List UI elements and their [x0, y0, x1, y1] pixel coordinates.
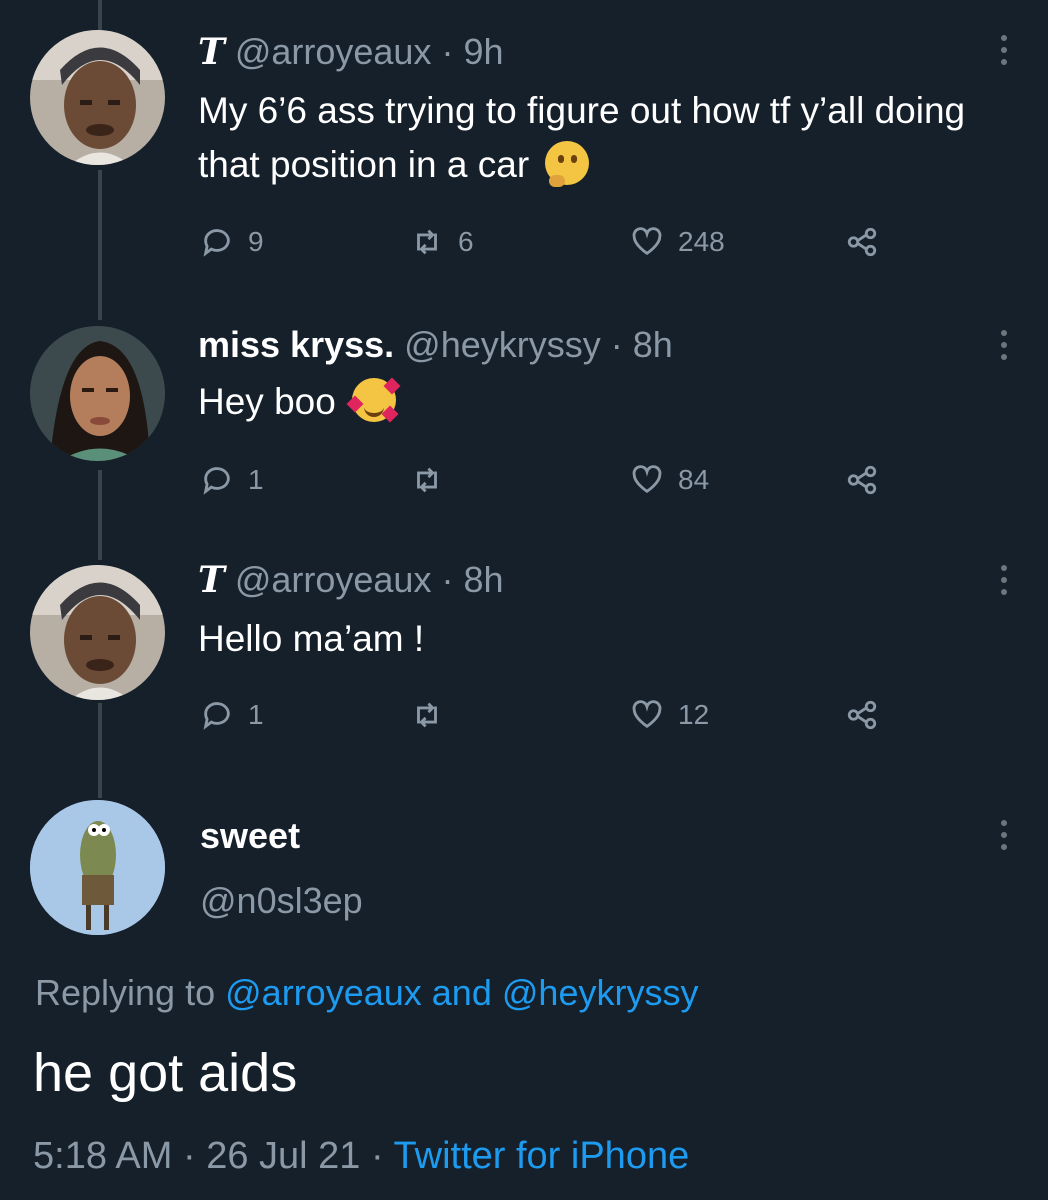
replying-to-label: Replying to [35, 972, 216, 1013]
avatar[interactable] [30, 800, 165, 935]
tweet-metadata: 5:18 AM · 26 Jul 21 · Twitter for iPhone [33, 1135, 689, 1178]
tweet-date[interactable]: 26 Jul 21 [206, 1135, 360, 1177]
tweet-text: he got aids [33, 1043, 298, 1103]
focused-tweet[interactable]: sweet @n0sl3ep Replying to @arroyeaux an… [0, 0, 1048, 1200]
more-options-icon[interactable] [1000, 820, 1008, 856]
tweet-source-link[interactable]: Twitter for iPhone [394, 1135, 690, 1177]
mention-link[interactable]: @heykryssy [502, 972, 699, 1013]
separator: · [371, 1135, 384, 1177]
tweet-time[interactable]: 5:18 AM [33, 1135, 172, 1177]
mention-link[interactable]: @arroyeaux [225, 972, 422, 1013]
replying-to: Replying to @arroyeaux and @heykryssy [35, 972, 698, 1014]
handle[interactable]: @n0sl3ep [200, 880, 363, 922]
display-name[interactable]: sweet [200, 815, 300, 857]
mention-and[interactable]: and [432, 972, 492, 1013]
separator: · [182, 1135, 196, 1177]
